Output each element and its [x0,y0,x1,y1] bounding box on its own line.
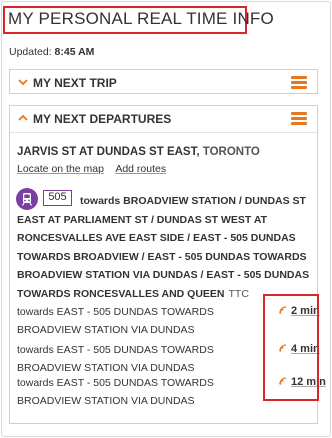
stop-name: JARVIS ST AT DUNDAS ST EAST, TORONTO [17,146,260,158]
stop-name-text: JARVIS ST AT DUNDAS ST EAST, [17,146,200,158]
departure-destination: towards EAST - 505 DUNDAS TOWARDS BROADV… [17,344,214,374]
hamburger-menu-icon[interactable] [291,112,307,125]
stop-city: TORONTO [202,146,260,158]
route-agency: TTC [228,287,249,300]
updated-label: Updated: [9,46,52,58]
divider [10,132,317,133]
next-trip-panel: MY NEXT TRIP [9,69,318,94]
next-departures-title: MY NEXT DEPARTURES [33,112,172,126]
next-trip-header[interactable]: MY NEXT TRIP [10,70,317,95]
locate-on-map-link[interactable]: Locate on the map [17,163,104,175]
departure-destination: towards EAST - 505 DUNDAS TOWARDS BROADV… [17,306,214,336]
route-description-text: towards BROADVIEW STATION / DUNDAS ST EA… [17,195,310,300]
next-departures-header[interactable]: MY NEXT DEPARTURES [10,106,317,131]
stop-links: Locate on the map Add routes [17,163,175,175]
route-description: towards BROADVIEW STATION / DUNDAS ST EA… [17,192,312,303]
minutes-highlight [263,294,319,401]
hamburger-menu-icon[interactable] [291,76,307,89]
chevron-down-icon[interactable] [16,75,30,89]
page-title: MY PERSONAL REAL TIME INFO [8,9,274,28]
add-routes-link[interactable]: Add routes [115,163,166,175]
departure-destination: towards EAST - 505 DUNDAS TOWARDS BROADV… [17,377,214,407]
updated-info: Updated: 8:45 AM [9,46,94,58]
updated-time: 8:45 AM [54,46,95,58]
next-trip-title: MY NEXT TRIP [33,76,117,90]
chevron-up-icon[interactable] [16,111,30,125]
